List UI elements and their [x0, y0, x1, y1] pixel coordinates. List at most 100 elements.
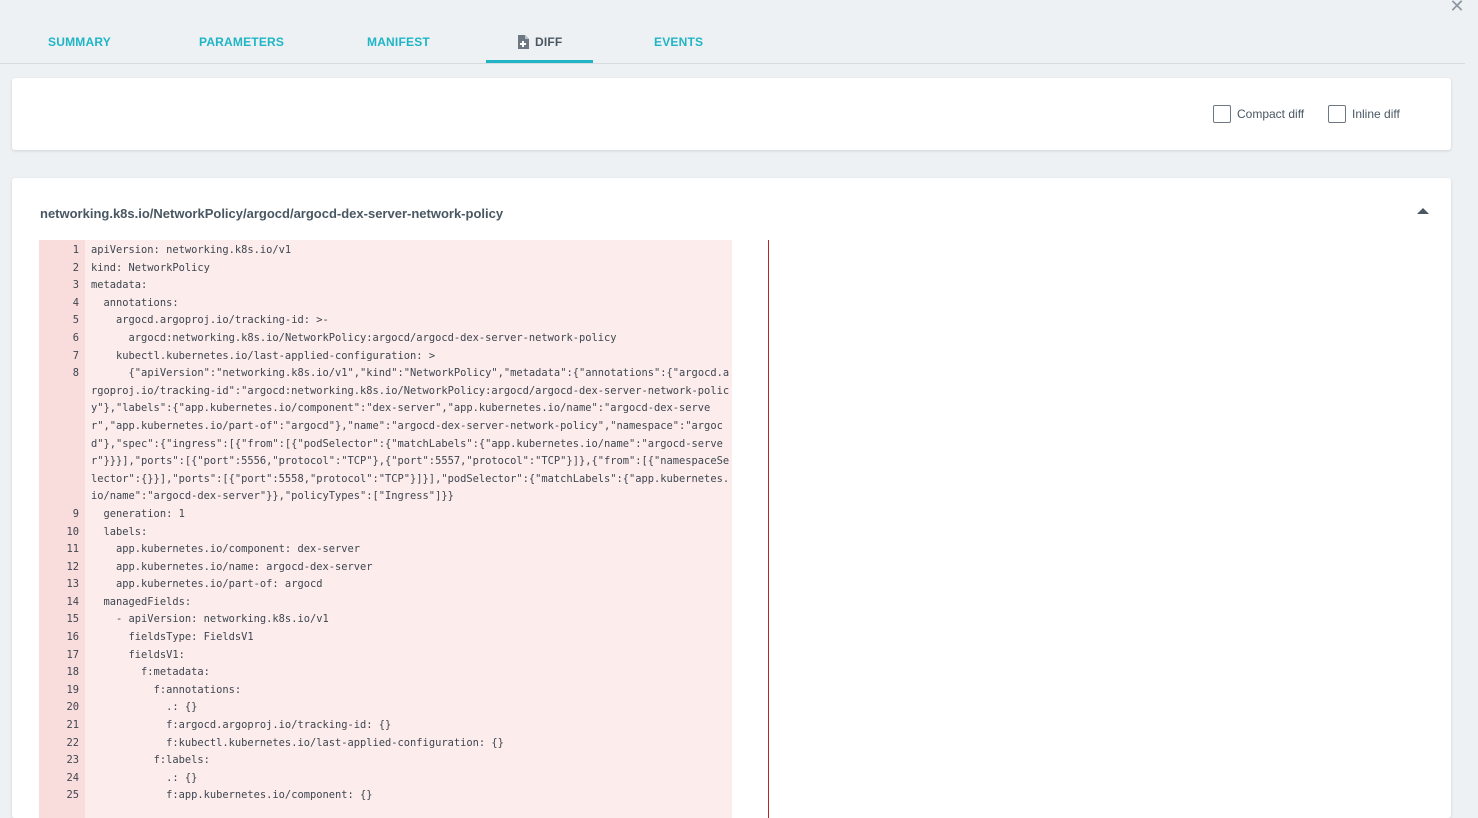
diff-line: 3 metadata: [39, 277, 732, 295]
diff-line: 1 apiVersion: networking.k8s.io/v1 [39, 242, 732, 260]
diff-line: 20 .: {} [39, 699, 732, 717]
line-number: 8 [72, 367, 79, 380]
line-number: 7 [72, 349, 79, 362]
line-code: argocd:networking.k8s.io/NetworkPolicy:a… [91, 331, 617, 344]
diff-line: 7 kubectl.kubernetes.io/last-applied-con… [39, 348, 732, 366]
line-code: argocd.argoproj.io/tracking-id: >- [91, 314, 329, 327]
line-number: 20 [66, 701, 79, 714]
tab-manifest-label: MANIFEST [367, 35, 430, 49]
compact-diff-checkbox[interactable] [1213, 105, 1231, 123]
caret-up-icon[interactable] [1417, 207, 1429, 215]
diff-line: 9 generation: 1 [39, 506, 732, 524]
line-number: 4 [72, 296, 79, 309]
code-block: 1 apiVersion: networking.k8s.io/v1 2 kind: … [39, 242, 732, 805]
diff-line: 21 f:argocd.argoproj.io/tracking-id: {} [39, 717, 732, 735]
line-number: 17 [66, 648, 79, 661]
line-number: 5 [72, 314, 79, 327]
diff-line: 25 f:app.kubernetes.io/component: {} [39, 787, 732, 805]
line-number: 12 [66, 560, 79, 573]
inline-diff-checkbox[interactable] [1328, 105, 1346, 123]
line-code: metadata: [91, 279, 148, 292]
inline-diff-toggle[interactable]: Inline diff [1328, 105, 1400, 123]
line-code: apiVersion: networking.k8s.io/v1 [91, 244, 292, 256]
line-number: 23 [66, 754, 79, 767]
diff-line: 11 app.kubernetes.io/component: dex-serv… [39, 541, 732, 559]
line-code: f:kubectl.kubernetes.io/last-applied-con… [91, 736, 504, 749]
line-number: 16 [66, 631, 79, 644]
diff-line: 15 - apiVersion: networking.k8s.io/v1 [39, 611, 732, 629]
diff-line: 2 kind: NetworkPolicy [39, 260, 732, 278]
line-number: 10 [66, 525, 79, 538]
tab-manifest[interactable]: MANIFEST [367, 28, 430, 63]
line-code: f:metadata: [91, 666, 210, 679]
line-code: app.kubernetes.io/component: dex-server [91, 543, 361, 556]
line-code: labels: [91, 525, 148, 538]
line-code: f:labels: [91, 754, 210, 767]
line-code: app.kubernetes.io/part-of: argocd [91, 578, 323, 591]
line-number: 6 [72, 331, 79, 344]
active-tab-indicator [486, 60, 593, 63]
diff-line: 8 {"apiVersion":"networking.k8s.io/v1","… [39, 365, 732, 506]
diff-line: 6 argocd:networking.k8s.io/NetworkPolicy… [39, 330, 732, 348]
diff-line: 19 f:annotations: [39, 682, 732, 700]
diff-options-panel: Compact diff Inline diff [12, 78, 1451, 150]
line-code: f:argocd.argoproj.io/tracking-id: {} [91, 719, 392, 732]
resource-title: networking.k8s.io/NetworkPolicy/argocd/a… [40, 206, 504, 221]
diff-line: 14 managedFields: [39, 594, 732, 612]
diff-line: 17 fieldsV1: [39, 647, 732, 665]
tab-events[interactable]: EVENTS [654, 28, 703, 63]
line-code: {"apiVersion":"networking.k8s.io/v1","ki… [91, 367, 730, 503]
line-code: managedFields: [91, 595, 192, 608]
line-number: 13 [66, 578, 79, 591]
line-number: 19 [66, 683, 79, 696]
tab-parameters[interactable]: PARAMETERS [199, 28, 284, 63]
tab-parameters-label: PARAMETERS [199, 35, 285, 49]
line-number: 24 [66, 771, 79, 784]
line-number: 3 [72, 279, 79, 292]
diff-line: 24 .: {} [39, 770, 732, 788]
line-code: generation: 1 [91, 507, 185, 520]
line-code: - apiVersion: networking.k8s.io/v1 [91, 613, 329, 626]
line-number: 1 [72, 244, 79, 256]
line-code: kind: NetworkPolicy [91, 261, 210, 274]
diff-split-divider [768, 240, 769, 818]
line-code: fieldsType: FieldsV1 [91, 631, 254, 644]
file-diff-icon [518, 35, 529, 49]
line-number: 25 [66, 789, 79, 802]
diff-line: 4 annotations: [39, 295, 732, 313]
diff-line: 23 f:labels: [39, 752, 732, 770]
tab-events-label: EVENTS [654, 35, 704, 49]
tab-summary-label: SUMMARY [48, 35, 111, 49]
tab-summary[interactable]: SUMMARY [48, 28, 111, 63]
line-number: 15 [66, 613, 79, 626]
diff-line: 18 f:metadata: [39, 664, 732, 682]
diff-line: 10 labels: [39, 524, 732, 542]
diff-line: 16 fieldsType: FieldsV1 [39, 629, 732, 647]
line-code: app.kubernetes.io/name: argocd-dex-serve… [91, 560, 373, 573]
line-number: 18 [66, 666, 79, 679]
line-code: fieldsV1: [91, 648, 185, 661]
line-number: 11 [66, 543, 79, 556]
tab-diff-label: DIFF [535, 35, 563, 49]
compact-diff-toggle[interactable]: Compact diff [1213, 105, 1304, 123]
line-code: f:app.kubernetes.io/component: {} [91, 789, 373, 802]
diff-line: 22 f:kubectl.kubernetes.io/last-applied-… [39, 735, 732, 753]
removed-lines-pane: 1 apiVersion: networking.k8s.io/v1 2 kind: … [39, 240, 732, 818]
line-number: 14 [66, 595, 79, 608]
line-number: 2 [72, 261, 79, 274]
line-code: f:annotations: [91, 683, 242, 696]
line-code: .: {} [91, 771, 198, 784]
compact-diff-label: Compact diff [1237, 107, 1305, 121]
line-code: annotations: [91, 296, 179, 309]
line-code: kubectl.kubernetes.io/last-applied-confi… [91, 349, 436, 362]
tab-diff[interactable]: DIFF [517, 28, 562, 63]
resource-diff-card: networking.k8s.io/NetworkPolicy/argocd/a… [12, 178, 1451, 818]
diff-line: 5 argocd.argoproj.io/tracking-id: >- [39, 312, 732, 330]
line-number: 21 [66, 719, 79, 732]
tab-bar: SUMMARY PARAMETERS MANIFEST DIFF EVENTS [0, 0, 1465, 64]
diff-line: 12 app.kubernetes.io/name: argocd-dex-se… [39, 559, 732, 577]
inline-diff-label: Inline diff [1352, 107, 1400, 121]
line-number: 9 [72, 507, 79, 520]
line-number: 22 [66, 736, 79, 749]
diff-line: 13 app.kubernetes.io/part-of: argocd [39, 576, 732, 594]
